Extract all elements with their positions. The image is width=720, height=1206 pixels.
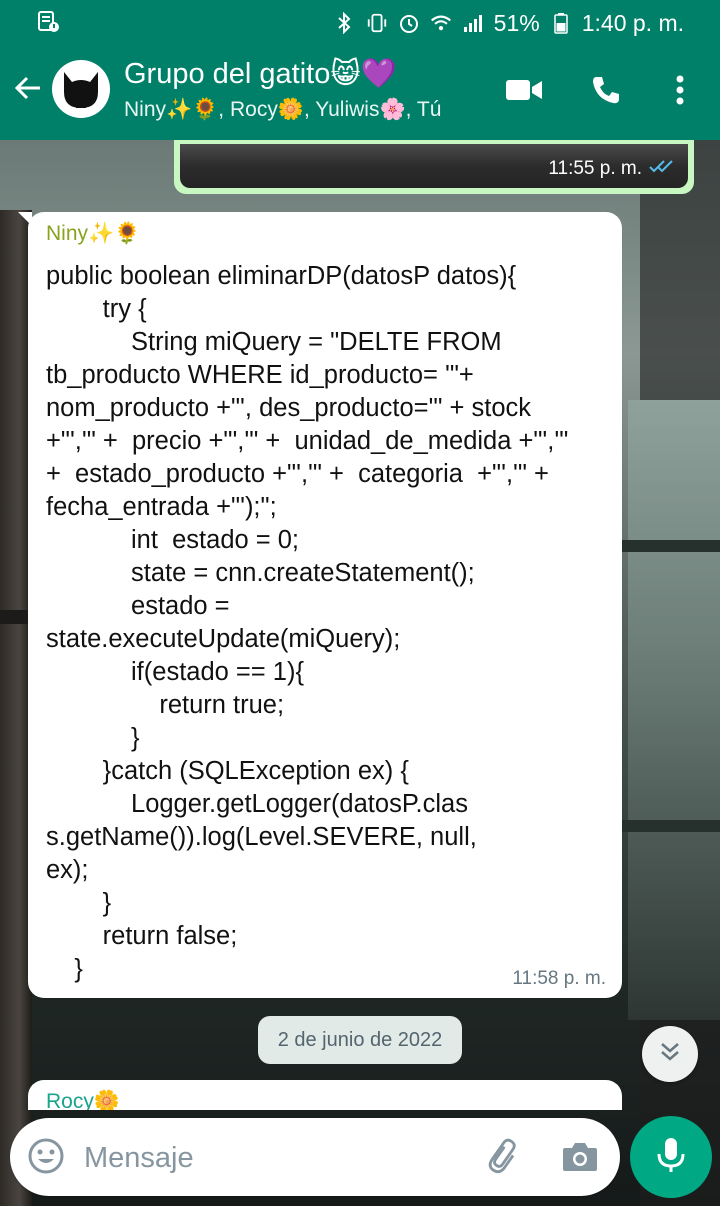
chat-header: Grupo del gatito😸💜 Niny✨🌻, Rocy🌼, Yuliwi… (0, 46, 720, 140)
phone-icon (590, 74, 622, 111)
wifi-icon (430, 12, 452, 34)
wallpaper-window-bar (620, 820, 720, 832)
bluetooth-icon (334, 12, 356, 34)
sender-name[interactable]: Niny✨🌻 (46, 222, 140, 246)
camera-button[interactable] (558, 1136, 602, 1180)
message-meta: 11:55 p. m. (548, 158, 676, 180)
video-call-button[interactable] (502, 70, 546, 114)
status-bar: 51% 1:40 p. m. (0, 0, 720, 46)
message-text: public boolean eliminarDP(datosP datos){… (46, 262, 569, 983)
chat-members[interactable]: Niny✨🌻, Rocy🌼, Yuliwis🌸, Tú (124, 98, 441, 122)
message-input[interactable] (84, 1136, 464, 1180)
incoming-message[interactable]: Rocy🌼 (28, 1080, 622, 1110)
video-call-icon (505, 77, 543, 108)
incoming-message[interactable]: Niny✨🌻 public boolean eliminarDP(datosP … (18, 212, 622, 998)
back-button[interactable] (8, 70, 48, 110)
cat-avatar-icon (56, 62, 106, 117)
clock: 1:40 p. m. (581, 9, 684, 36)
emoji-button[interactable] (26, 1138, 66, 1178)
camera-icon (561, 1139, 599, 1178)
battery-percent: 51% (493, 9, 540, 36)
group-avatar[interactable] (52, 60, 110, 118)
message-time: 11:58 p. m. (512, 968, 606, 989)
bubble-tail (18, 212, 32, 226)
voice-call-button[interactable] (584, 70, 628, 114)
message-time: 11:55 p. m. (548, 158, 642, 179)
emoji-icon (27, 1137, 65, 1180)
double-check-icon (648, 158, 676, 180)
vibrate-icon (366, 12, 388, 34)
battery-icon (550, 12, 572, 34)
wallpaper-window (628, 400, 720, 1020)
paperclip-icon (485, 1137, 523, 1180)
chevron-double-down-icon (657, 1039, 683, 1070)
message-composer (10, 1118, 620, 1196)
alarm-icon (398, 12, 420, 34)
outgoing-message[interactable]: 11:55 p. m. (174, 140, 694, 194)
sender-name[interactable]: Rocy🌼 (46, 1090, 120, 1110)
chat-title[interactable]: Grupo del gatito😸💜 (124, 56, 397, 91)
wallpaper-window-bar (620, 540, 720, 552)
date-divider: 2 de junio de 2022 (258, 1016, 462, 1064)
arrow-left-icon (13, 73, 43, 108)
attach-button[interactable] (482, 1136, 526, 1180)
scroll-to-bottom-button[interactable] (642, 1026, 698, 1082)
microphone-icon (655, 1136, 687, 1179)
notification-icon (36, 10, 60, 34)
more-options-button[interactable] (658, 70, 702, 114)
more-vertical-icon (675, 74, 685, 111)
signal-icon (462, 12, 484, 34)
voice-message-button[interactable] (630, 1116, 712, 1198)
outgoing-media[interactable]: 11:55 p. m. (180, 144, 688, 188)
